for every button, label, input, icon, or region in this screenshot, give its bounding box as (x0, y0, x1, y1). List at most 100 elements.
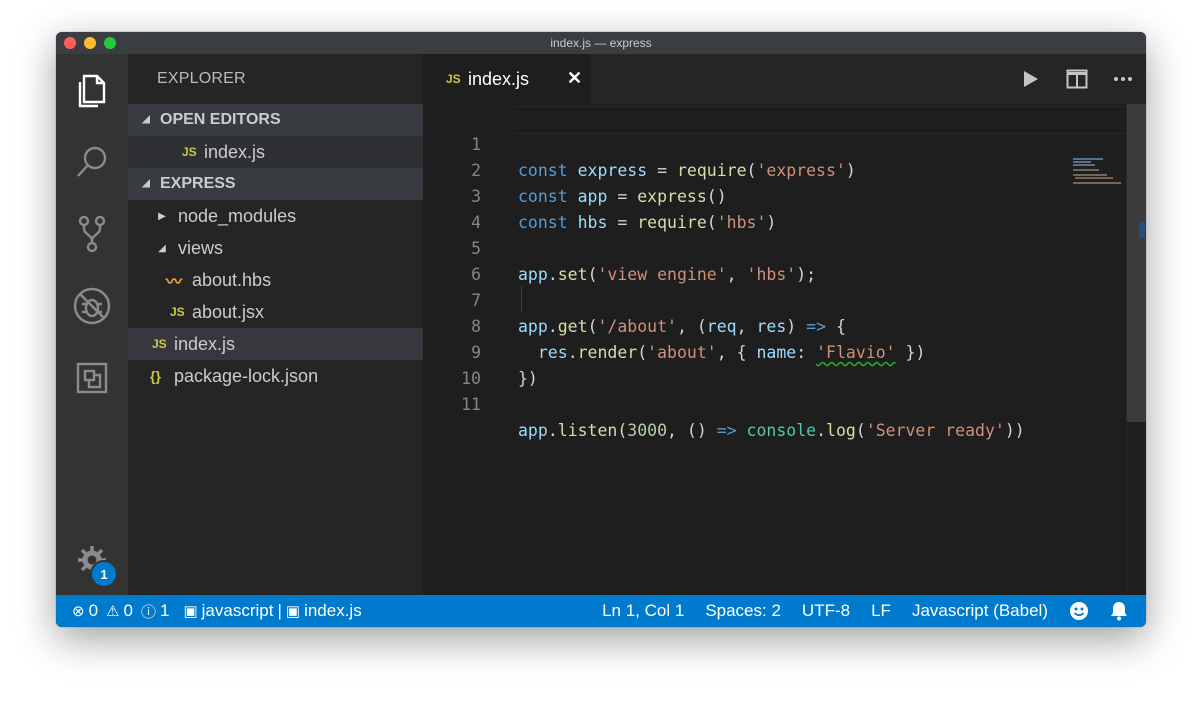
info-count: 1 (159, 601, 170, 620)
vscode-window: index.js — express 1 EXPLORER ◢ OPEN EDI… (56, 32, 1146, 627)
open-editors-header[interactable]: ◢ OPEN EDITORS (128, 104, 423, 136)
chevron-down-icon: ◢ (158, 242, 166, 254)
project-label: EXPRESS (160, 175, 236, 192)
language-mode[interactable]: Javascript (Babel) (912, 601, 1048, 621)
code-line: 7 app.get('/about', (req, res) => { (423, 262, 846, 336)
scrollbar-cursor-marker (1139, 222, 1145, 238)
more-icon[interactable] (1100, 54, 1146, 104)
editor-tab-bar: JS index.js ✕ (423, 54, 1146, 104)
indentation[interactable]: Spaces: 2 (705, 601, 781, 621)
handlebars-file-icon: 〰 (166, 274, 183, 291)
warning-count: 0 (123, 601, 133, 620)
javascript-file-icon: JS (446, 72, 461, 86)
explorer-sidebar: EXPLORER ◢ OPEN EDITORS JS index.js ◢ EX… (128, 54, 423, 595)
indent-guide (521, 286, 522, 312)
code-text: const express = require('express') (518, 161, 856, 180)
zoom-window-button[interactable] (104, 37, 116, 49)
code-line: 5 app.set('view engine', 'hbs'); (423, 210, 816, 284)
code-text: const hbs = require('hbs') (518, 213, 777, 232)
window-controls (64, 37, 116, 49)
tree-item-label: about.hbs (192, 269, 272, 290)
close-window-button[interactable] (64, 37, 76, 49)
split-editor-icon[interactable] (1054, 54, 1100, 104)
tree-item-label: about.jsx (192, 301, 265, 322)
current-line-highlight (513, 106, 1126, 134)
encoding[interactable]: UTF-8 (802, 601, 850, 621)
javascript-file-icon: JS (170, 305, 185, 319)
open-editor-item[interactable]: JS index.js (128, 136, 423, 168)
settings-update-badge: 1 (90, 560, 118, 588)
chevron-down-icon: ◢ (142, 178, 150, 189)
express-folder-header[interactable]: ◢ EXPRESS (128, 168, 423, 200)
code-editor[interactable]: 1 const express = require('express') 2 c… (423, 104, 1126, 595)
status-bar: ⊗ 0 ⚠ 0 ⓘ 1 ▣ javascript | ▣ index.js Ln… (56, 595, 1146, 627)
problems-indicator[interactable]: ⊗ 0 ⚠ 0 ⓘ 1 (72, 601, 169, 622)
checklist-icon: ▣ (183, 603, 198, 620)
code-line: 9 }) (423, 314, 538, 388)
close-icon[interactable]: ✕ (567, 68, 582, 89)
javascript-file-icon: JS (152, 337, 167, 351)
file-context: index.js (304, 601, 362, 620)
error-icon: ⊗ (72, 603, 85, 620)
minimap[interactable] (1073, 158, 1125, 184)
scrollbar-thumb[interactable] (1127, 104, 1146, 422)
json-file-icon: {} (150, 368, 161, 384)
tab-index-js[interactable]: JS index.js ✕ (423, 54, 591, 104)
activity-bar: 1 (56, 54, 128, 595)
code-line: 6 (423, 236, 502, 284)
eslint-context[interactable]: ▣ javascript | ▣ index.js (183, 601, 361, 621)
tree-item-package-lock[interactable]: {} package-lock.json (128, 360, 423, 392)
tree-item-index-js[interactable]: JS index.js (128, 328, 423, 360)
tree-item-node-modules[interactable]: ▶ node_modules (128, 200, 423, 232)
code-line: 8 res.render('about', { name: 'Flavio' }… (423, 288, 925, 362)
minimize-window-button[interactable] (84, 37, 96, 49)
editor-actions (1008, 54, 1146, 104)
tab-label: index.js (468, 68, 530, 89)
explorer-title: EXPLORER (157, 70, 246, 87)
code-text: app.get('/about', (req, res) => { (518, 317, 846, 336)
tree-item-views[interactable]: ◢ views (128, 232, 423, 264)
source-control-icon[interactable] (56, 206, 128, 262)
end-of-line[interactable]: LF (871, 601, 891, 621)
tree-item-about-jsx[interactable]: JS about.jsx (128, 296, 423, 328)
run-icon[interactable] (1008, 54, 1054, 104)
files-icon[interactable] (56, 62, 128, 118)
tree-item-label: node_modules (178, 205, 297, 226)
debug-icon[interactable] (56, 278, 128, 334)
javascript-file-icon: JS (182, 145, 197, 159)
cursor-position[interactable]: Ln 1, Col 1 (602, 601, 684, 621)
title-bar: index.js — express (56, 32, 1146, 54)
window-title: index.js — express (550, 36, 652, 50)
code-text: app.listen(3000, () => console.log('Serv… (518, 421, 1025, 440)
code-line: 3 const hbs = require('hbs') (423, 158, 776, 232)
smiley-icon[interactable] (1069, 601, 1089, 621)
editor-area: JS index.js ✕ 1 const express = require(… (423, 54, 1146, 595)
info-icon: ⓘ (140, 603, 156, 621)
tree-item-label: package-lock.json (174, 365, 319, 386)
open-editor-name: index.js (204, 141, 266, 162)
code-text: app.set('view engine', 'hbs'); (518, 265, 817, 284)
line-number: 11 (461, 395, 481, 414)
open-editors-label: OPEN EDITORS (160, 111, 281, 128)
vertical-scrollbar[interactable] (1126, 104, 1146, 595)
code-text: const app = express() (518, 187, 727, 206)
bell-icon[interactable] (1110, 601, 1128, 621)
chevron-down-icon: ◢ (142, 114, 150, 125)
chevron-right-icon: ▶ (158, 210, 166, 222)
warning-icon: ⚠ (106, 603, 120, 620)
language-context: javascript (201, 601, 274, 620)
code-line: 11 app.listen(3000, () => console.log('S… (423, 366, 1025, 440)
error-count: 0 (88, 601, 99, 620)
tree-item-about-hbs[interactable]: 〰 about.hbs (128, 264, 423, 296)
search-icon[interactable] (56, 134, 128, 190)
code-line: 2 const app = express() (423, 132, 727, 206)
checklist-icon: ▣ (285, 603, 301, 620)
extensions-icon[interactable] (56, 350, 128, 406)
code-text: res.render('about', { name: 'Flavio' }) (537, 343, 926, 362)
tree-item-label: index.js (174, 333, 236, 354)
lint-warning: 'Flavio' (816, 343, 896, 362)
tree-item-label: views (178, 237, 224, 258)
code-text: }) (518, 369, 538, 388)
code-line: 1 const express = require('express') (423, 106, 856, 180)
code-line: 10 (423, 340, 502, 388)
